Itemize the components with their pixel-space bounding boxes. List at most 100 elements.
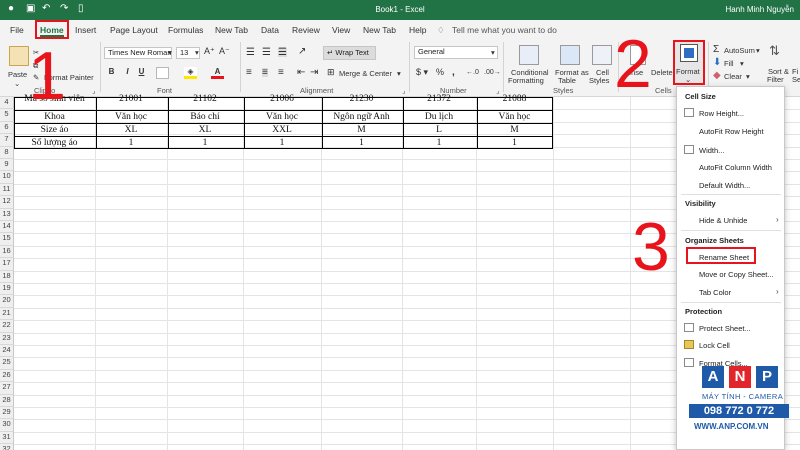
row-header[interactable]: 25: [0, 357, 14, 370]
table-cell[interactable]: 21006: [243, 92, 321, 107]
row-header[interactable]: 30: [0, 419, 14, 432]
row-header[interactable]: 17: [0, 258, 14, 271]
find-select-line2[interactable]: Se: [792, 75, 800, 84]
merge-center-icon[interactable]: ⊞: [327, 68, 335, 77]
tab-file[interactable]: File: [10, 25, 24, 35]
align-center-icon[interactable]: ≡: [262, 68, 268, 78]
sort-filter-line2[interactable]: Filter: [767, 75, 784, 84]
tab-view[interactable]: View: [332, 25, 350, 35]
cell-styles-icon[interactable]: [592, 45, 612, 65]
row-header[interactable]: 23: [0, 332, 14, 345]
tab-data[interactable]: Data: [261, 25, 279, 35]
user-name[interactable]: Hanh Minh Nguyễn: [726, 5, 794, 14]
row-header[interactable]: 13: [0, 208, 14, 221]
decrease-indent-icon[interactable]: ⇤: [297, 68, 305, 78]
move-copy-sheet-item[interactable]: Move or Copy Sheet...: [699, 270, 774, 279]
conditional-formatting-line2[interactable]: Formatting: [508, 76, 544, 85]
wrap-text-button[interactable]: ↵ Wrap Text: [323, 46, 376, 60]
row-header[interactable]: 19: [0, 283, 14, 296]
decrease-decimal-icon[interactable]: .00→: [484, 68, 501, 77]
row-header[interactable]: 15: [0, 233, 14, 246]
table-cell[interactable]: 1: [243, 136, 321, 151]
table-cell[interactable]: 21230: [321, 92, 402, 107]
row-header[interactable]: 18: [0, 270, 14, 283]
tab-page-layout[interactable]: Page Layout: [110, 25, 158, 35]
row-header[interactable]: 14: [0, 221, 14, 234]
default-width-item[interactable]: Default Width...: [699, 181, 750, 190]
number-format-select[interactable]: General: [414, 46, 498, 59]
row-header[interactable]: 10: [0, 171, 14, 184]
underline-icon[interactable]: U: [135, 67, 148, 79]
table-cell[interactable]: 21001: [95, 92, 167, 107]
row-header[interactable]: 28: [0, 394, 14, 407]
percent-style-icon[interactable]: %: [436, 68, 444, 77]
autosum-dropdown-icon[interactable]: ▾: [756, 46, 760, 55]
tab-new-tab[interactable]: New Tab: [215, 25, 248, 35]
tab-color-item[interactable]: Tab Color: [699, 288, 731, 297]
row-header[interactable]: 32: [0, 444, 14, 450]
row-height-item[interactable]: Row Height...: [699, 109, 744, 118]
conditional-formatting-icon[interactable]: [519, 45, 539, 65]
align-right-icon[interactable]: ≡: [278, 68, 284, 78]
delete-cells-button[interactable]: Delete: [651, 68, 673, 77]
table-cell[interactable]: 1: [321, 136, 402, 151]
paste-dropdown-icon[interactable]: ⌄: [14, 79, 20, 88]
align-middle-icon[interactable]: ☰: [262, 48, 271, 58]
merge-dropdown-icon[interactable]: ▾: [397, 69, 401, 78]
table-cell[interactable]: 1: [402, 136, 476, 151]
clear-dropdown-icon[interactable]: ▾: [746, 72, 750, 81]
table-cell[interactable]: 21102: [167, 92, 243, 107]
row-header[interactable]: 12: [0, 196, 14, 209]
cell-styles-line2[interactable]: Styles: [589, 76, 609, 85]
hide-unhide-item[interactable]: Hide & Unhide: [699, 216, 747, 225]
fill-color-icon[interactable]: ◈: [184, 67, 197, 79]
tell-me-search[interactable]: Tell me what you want to do: [452, 25, 557, 35]
table-cell[interactable]: 21088: [476, 92, 553, 107]
row-header[interactable]: 8: [0, 146, 14, 159]
font-size-dropdown-icon[interactable]: ▾: [195, 48, 199, 57]
row-header[interactable]: 5: [0, 109, 14, 122]
autosum-button[interactable]: AutoSum: [724, 46, 755, 55]
lock-cell-item[interactable]: Lock Cell: [699, 341, 730, 350]
bold-icon[interactable]: B: [105, 67, 118, 79]
comma-style-icon[interactable]: ,: [452, 68, 455, 78]
font-color-icon[interactable]: A: [211, 67, 224, 79]
row-header[interactable]: 22: [0, 320, 14, 333]
increase-font-icon[interactable]: A⁺: [204, 47, 215, 56]
row-header[interactable]: 9: [0, 159, 14, 172]
row-header[interactable]: 27: [0, 382, 14, 395]
format-as-table-line2[interactable]: Table: [558, 76, 576, 85]
increase-decimal-icon[interactable]: ←.0: [466, 68, 479, 77]
table-cell[interactable]: 1: [167, 136, 243, 151]
autofit-row-height-item[interactable]: AutoFit Row Height: [699, 127, 764, 136]
autosum-icon[interactable]: Σ: [713, 45, 719, 55]
tab-new-tab-2[interactable]: New Tab: [363, 25, 396, 35]
table-cell[interactable]: 1: [95, 136, 167, 151]
increase-indent-icon[interactable]: ⇥: [310, 68, 318, 78]
table-cell[interactable]: 1: [476, 136, 553, 151]
paste-button[interactable]: Paste: [8, 70, 27, 79]
tab-help[interactable]: Help: [409, 25, 426, 35]
autofit-column-width-item[interactable]: AutoFit Column Width: [699, 163, 772, 172]
orientation-icon[interactable]: ↗: [298, 47, 306, 57]
tab-insert[interactable]: Insert: [75, 25, 96, 35]
align-top-icon[interactable]: ☰: [246, 48, 255, 58]
align-left-icon[interactable]: ≡: [246, 68, 252, 78]
row-header[interactable]: 20: [0, 295, 14, 308]
fill-icon[interactable]: ⬇: [713, 58, 721, 68]
row-header[interactable]: 21: [0, 307, 14, 321]
tab-formulas[interactable]: Formulas: [168, 25, 203, 35]
decrease-font-icon[interactable]: A⁻: [219, 47, 230, 56]
protect-sheet-item[interactable]: Protect Sheet...: [699, 324, 751, 333]
font-family-select[interactable]: Times New Roman: [104, 47, 172, 59]
paste-icon[interactable]: [9, 46, 29, 66]
row-header[interactable]: 16: [0, 245, 14, 259]
row-header[interactable]: 29: [0, 407, 14, 420]
fill-button[interactable]: Fill: [724, 59, 734, 68]
fill-dropdown-icon[interactable]: ▾: [740, 59, 744, 68]
table-cell[interactable]: Số lượng áo: [14, 136, 95, 151]
table-cell[interactable]: 21372: [402, 92, 476, 107]
row-header[interactable]: 24: [0, 345, 14, 358]
sort-filter-icon[interactable]: ⇅: [769, 44, 780, 57]
row-header[interactable]: 6: [0, 121, 14, 135]
